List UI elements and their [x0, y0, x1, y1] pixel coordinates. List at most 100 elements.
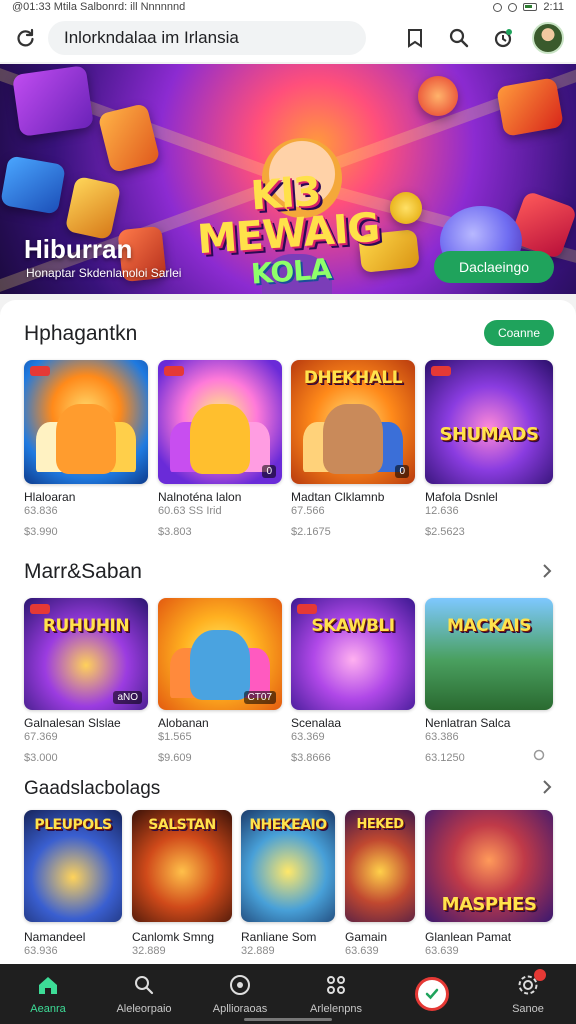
app-name[interactable]: Scenalaa: [291, 716, 341, 730]
app-name[interactable]: Nenlatran Salca: [425, 716, 510, 730]
app-price: $3.8666: [291, 752, 331, 764]
app-art-title: NHEKEAIO: [249, 817, 327, 833]
hero-art: [12, 65, 94, 137]
app-name[interactable]: Galnalesan Slslae: [24, 716, 121, 730]
bookmark-icon[interactable]: [400, 23, 430, 53]
nav-label: Aeanra: [30, 1003, 66, 1015]
app-name[interactable]: Ranliane Som: [241, 930, 316, 944]
nav-item-search[interactable]: Aleleorpaio: [96, 964, 192, 1024]
status-badge: [297, 604, 317, 614]
app-price: $2.5623: [425, 526, 465, 538]
app-name[interactable]: Mafola Dsnlel: [425, 490, 498, 504]
hero-banner[interactable]: Kl3 MEWAIG KOLA Hiburran Honaptar Skdenl…: [0, 64, 576, 294]
nav-label: Arlelenpns: [310, 1003, 362, 1015]
notification-icon[interactable]: [488, 23, 518, 53]
hero-art: [418, 76, 458, 116]
nav-label: Sanoe: [512, 1003, 544, 1015]
nav-item-settings[interactable]: Sanoe: [480, 964, 576, 1024]
avatar[interactable]: [532, 22, 564, 54]
hero-action-button[interactable]: Daclaeingo: [434, 251, 554, 283]
search-icon[interactable]: [444, 23, 474, 53]
app-tile[interactable]: HEKED: [345, 810, 415, 922]
app-tile[interactable]: RUHUHIN aNO: [24, 598, 148, 710]
app-art-character: [190, 630, 250, 700]
app-name[interactable]: Glanlean Pamat: [425, 930, 511, 944]
app-meta: 63.936: [24, 945, 58, 957]
notification-badge: [534, 969, 546, 981]
home-icon: [36, 973, 60, 997]
app-tile[interactable]: PLEUPOLS: [24, 810, 122, 922]
app-art-title: SALSTAN: [148, 817, 216, 833]
app-tile[interactable]: SALSTAN: [132, 810, 232, 922]
status-time: 2:11: [543, 1, 564, 13]
app-art: [425, 360, 553, 484]
app-tile[interactable]: [24, 360, 148, 484]
app-tile[interactable]: NHEKEAIO: [241, 810, 335, 922]
app-meta: $1.565: [158, 731, 192, 743]
app-name[interactable]: Madtan Clklamnb: [291, 490, 384, 504]
app-tile[interactable]: MACKAIS: [425, 598, 553, 710]
section-title: Marr&Saban: [24, 560, 142, 583]
app-tile[interactable]: CT07: [158, 598, 282, 710]
nav-item-explore[interactable]: Apllioraoas: [192, 964, 288, 1024]
app-meta: 63.836: [24, 505, 58, 517]
status-badge: [164, 366, 184, 376]
hero-logo-line1: Kl3 MEWAIG: [195, 168, 381, 264]
app-price: $3.000: [24, 752, 58, 764]
nav-item-apps[interactable]: Arlelenpns: [288, 964, 384, 1024]
compass-icon: [228, 973, 252, 997]
app-name[interactable]: Alobanan: [158, 716, 209, 730]
corner-label: CT07: [243, 691, 276, 704]
status-bar: @01:33 Mtila Salbonrd: ill Nnnnnnd 2:11: [0, 0, 576, 14]
center-action-icon: [415, 977, 449, 1011]
app-price: $3.990: [24, 526, 58, 538]
nav-item-home[interactable]: Aeanra: [0, 964, 96, 1024]
app-name[interactable]: Hlaloaran: [24, 490, 75, 504]
app-art-character: [323, 404, 383, 474]
app-tile[interactable]: SKAWBLI: [291, 598, 415, 710]
app-art-title: MACKAIS: [447, 616, 531, 636]
search-input[interactable]: Inlorkndalaa im Irlansia: [48, 21, 366, 55]
corner-label: aNO: [113, 691, 142, 704]
app-art: [425, 598, 553, 710]
hero-title: Hiburran: [24, 234, 133, 264]
app-art-title: RUHUHIN: [42, 616, 130, 636]
chevron-right-icon[interactable]: [536, 776, 558, 798]
battery-icon: [523, 3, 538, 11]
app-name[interactable]: Nalnoténa lalon: [158, 490, 241, 504]
app-meta: 32.889: [241, 945, 275, 957]
app-name[interactable]: Namandeel: [24, 930, 85, 944]
status-text: @01:33 Mtila Salbonrd: ill Nnnnnnd: [12, 1, 186, 13]
app-tile[interactable]: SHUMADS: [425, 360, 553, 484]
app-meta: 60.63 SS Irid: [158, 505, 222, 517]
app-tile[interactable]: 0: [158, 360, 282, 484]
app-tile[interactable]: MASPHES: [425, 810, 553, 922]
app-name[interactable]: Gamain: [345, 930, 387, 944]
app-tile[interactable]: DHEKHALL 0: [291, 360, 415, 484]
hero-art: [97, 102, 161, 174]
nav-item-center[interactable]: [384, 964, 480, 1024]
app-meta: 63.369: [291, 731, 325, 743]
app-art-title: HEKED: [356, 817, 404, 832]
search-icon: [132, 973, 156, 997]
app-price: $2.1675: [291, 526, 331, 538]
app-meta: 63.639: [425, 945, 459, 957]
hero-art: [0, 155, 66, 215]
refresh-icon[interactable]: [12, 24, 40, 52]
app-price: $3.803: [158, 526, 192, 538]
info-icon[interactable]: [532, 748, 546, 762]
app-meta: 67.369: [24, 731, 58, 743]
wifi-icon: [508, 2, 518, 12]
more-button[interactable]: Coanne: [484, 320, 554, 346]
app-meta: 63.386: [425, 731, 459, 743]
chevron-right-icon[interactable]: [536, 560, 558, 582]
app-art-title: PLEUPOLS: [34, 817, 112, 833]
app-art-title: DHEKHALL: [303, 368, 403, 388]
section-title: Hphagantkn: [24, 322, 138, 345]
app-art-title: SHUMADS: [439, 424, 539, 445]
home-indicator[interactable]: [244, 1018, 332, 1021]
nav-label: Aleleorpaio: [116, 1003, 172, 1015]
app-name[interactable]: Canlomk Smng: [132, 930, 214, 944]
app-meta: 12.636: [425, 505, 459, 517]
status-badge: [30, 366, 50, 376]
